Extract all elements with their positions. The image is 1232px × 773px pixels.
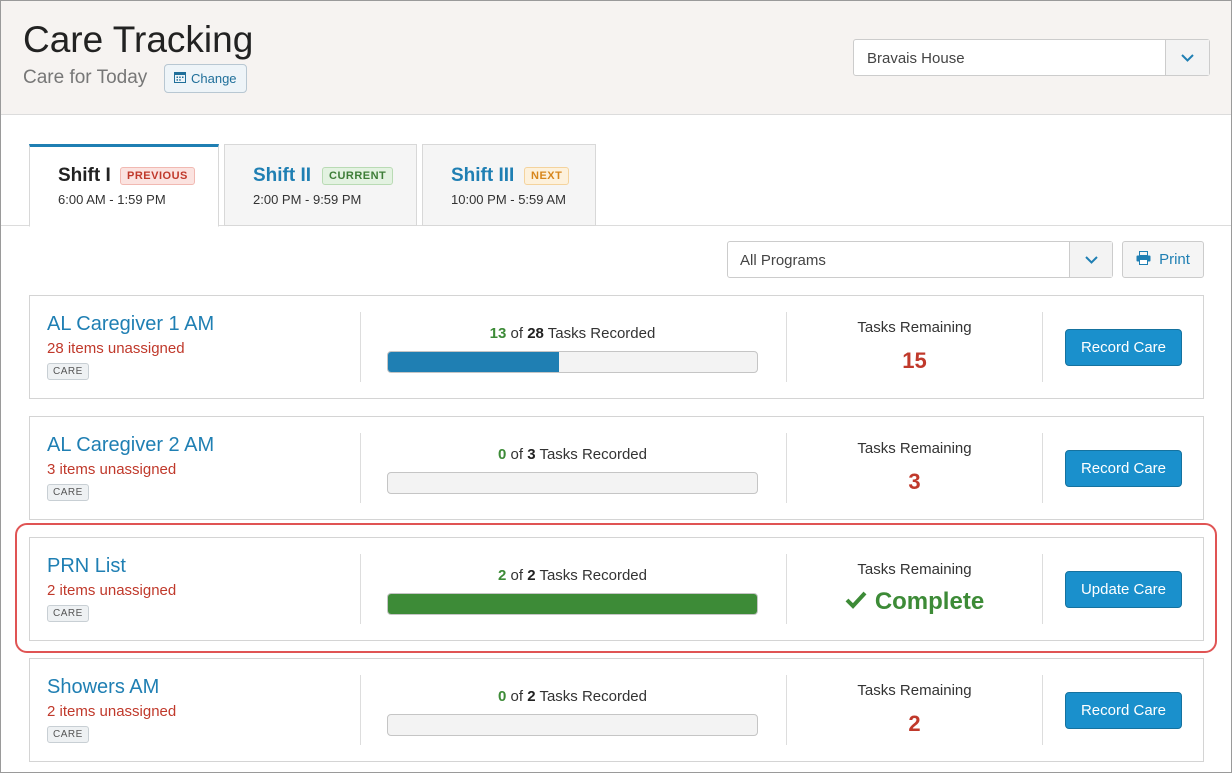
complete-status: Complete	[787, 588, 1042, 616]
current-badge: CURRENT	[322, 167, 394, 185]
page-subtitle: Care for Today	[23, 67, 148, 88]
care-list-name[interactable]: AL Caregiver 2 AM	[47, 434, 214, 457]
unassigned-count: 2 items unassigned	[47, 582, 177, 599]
care-tag: CARE	[47, 726, 89, 743]
unassigned-count: 2 items unassigned	[47, 703, 177, 720]
divider	[360, 433, 361, 503]
divider	[360, 312, 361, 382]
house-select[interactable]: Bravais House	[853, 39, 1210, 76]
progress-bar	[387, 593, 758, 615]
tasks-remaining-label: Tasks Remaining	[857, 319, 972, 336]
record-care-button[interactable]: Record Care	[1065, 692, 1182, 729]
tab-shift-3-time: 10:00 PM - 5:59 AM	[451, 192, 566, 207]
progress-fill	[388, 352, 560, 372]
tasks-remaining-count: 3	[908, 469, 921, 494]
program-select-value: All Programs	[740, 252, 826, 269]
tasks-total-count: 2	[527, 688, 536, 705]
record-care-button[interactable]: Record Care	[1065, 450, 1182, 487]
update-care-button[interactable]: Update Care	[1065, 571, 1182, 608]
tasks-done-count: 13	[489, 325, 507, 342]
tasks-recorded-summary: 0 of 3 Tasks Recorded	[387, 446, 758, 463]
tab-shift-1-time: 6:00 AM - 1:59 PM	[58, 192, 166, 207]
care-list-name[interactable]: PRN List	[47, 555, 126, 578]
tab-shift-2-label: Shift II	[253, 165, 312, 186]
progress-bar	[387, 472, 758, 494]
calendar-icon	[174, 71, 186, 86]
divider	[360, 675, 361, 745]
tab-shift-3-label: Shift III	[451, 165, 515, 186]
tasks-remaining-label: Tasks Remaining	[857, 682, 972, 699]
care-tag: CARE	[47, 605, 89, 622]
tasks-remaining-count: 2	[908, 711, 921, 736]
progress-fill	[388, 594, 757, 614]
of-text: of	[510, 325, 524, 342]
tasks-done-count: 2	[497, 567, 507, 584]
care-tag: CARE	[47, 484, 89, 501]
of-text: of	[510, 446, 524, 463]
of-text: of	[510, 688, 524, 705]
page-header: Care Tracking Care for Today Change Brav…	[1, 1, 1231, 115]
progress-bar	[387, 714, 758, 736]
tasks-remaining-label: Tasks Remaining	[857, 561, 972, 578]
tasks-recorded-label: Tasks Recorded	[547, 325, 656, 342]
tasks-total-count: 3	[527, 446, 536, 463]
printer-icon	[1136, 250, 1151, 269]
print-button[interactable]: Print	[1122, 241, 1204, 278]
tasks-remaining-count: 15	[902, 348, 927, 373]
tasks-recorded-summary: 13 of 28 Tasks Recorded	[387, 325, 758, 342]
divider	[1042, 554, 1043, 624]
care-list-card: Showers AM 2 items unassigned CARE 0 of …	[29, 658, 1204, 762]
unassigned-count: 28 items unassigned	[47, 340, 185, 357]
care-list-name[interactable]: Showers AM	[47, 676, 159, 699]
divider	[1042, 312, 1043, 382]
divider	[1042, 675, 1043, 745]
house-select-value: Bravais House	[867, 50, 965, 67]
care-list-card: AL Caregiver 1 AM 28 items unassigned CA…	[29, 295, 1204, 399]
chevron-down-icon[interactable]	[1069, 242, 1112, 277]
record-care-button[interactable]: Record Care	[1065, 329, 1182, 366]
divider	[1042, 433, 1043, 503]
tasks-recorded-label: Tasks Recorded	[539, 567, 647, 584]
tab-shift-3[interactable]: Shift III NEXT 10:00 PM - 5:59 AM	[422, 144, 596, 226]
tasks-recorded-label: Tasks Recorded	[539, 688, 647, 705]
tasks-total-count: 28	[527, 325, 544, 342]
tasks-total-count: 2	[527, 567, 536, 584]
tab-shift-1-label: Shift I	[58, 165, 111, 186]
tasks-done-count: 0	[497, 446, 507, 463]
checkmark-icon	[845, 588, 867, 616]
page-title: Care Tracking	[23, 19, 254, 60]
of-text: of	[510, 567, 524, 584]
print-label: Print	[1159, 251, 1190, 268]
complete-label: Complete	[874, 588, 985, 615]
tasks-recorded-label: Tasks Recorded	[539, 446, 647, 463]
tab-shift-2[interactable]: Shift II CURRENT 2:00 PM - 9:59 PM	[224, 144, 417, 226]
chevron-down-icon[interactable]	[1165, 40, 1209, 75]
program-select[interactable]: All Programs	[727, 241, 1113, 278]
tasks-done-count: 0	[497, 688, 507, 705]
tasks-recorded-summary: 2 of 2 Tasks Recorded	[387, 567, 758, 584]
care-list-name[interactable]: AL Caregiver 1 AM	[47, 313, 214, 336]
divider	[360, 554, 361, 624]
previous-badge: PREVIOUS	[120, 167, 195, 185]
app-window: Care Tracking Care for Today Change Brav…	[0, 0, 1232, 773]
tasks-recorded-summary: 0 of 2 Tasks Recorded	[387, 688, 758, 705]
tab-shift-1[interactable]: Shift I PREVIOUS 6:00 AM - 1:59 PM	[29, 144, 219, 227]
tab-shift-2-time: 2:00 PM - 9:59 PM	[253, 192, 362, 207]
change-date-button[interactable]: Change	[164, 64, 247, 93]
care-tag: CARE	[47, 363, 89, 380]
progress-bar	[387, 351, 758, 373]
unassigned-count: 3 items unassigned	[47, 461, 177, 478]
care-list-card: PRN List 2 items unassigned CARE 2 of 2 …	[29, 537, 1204, 641]
tasks-remaining-label: Tasks Remaining	[857, 440, 972, 457]
change-date-label: Change	[191, 71, 237, 86]
next-badge: NEXT	[524, 167, 570, 185]
care-list-card: AL Caregiver 2 AM 3 items unassigned CAR…	[29, 416, 1204, 520]
